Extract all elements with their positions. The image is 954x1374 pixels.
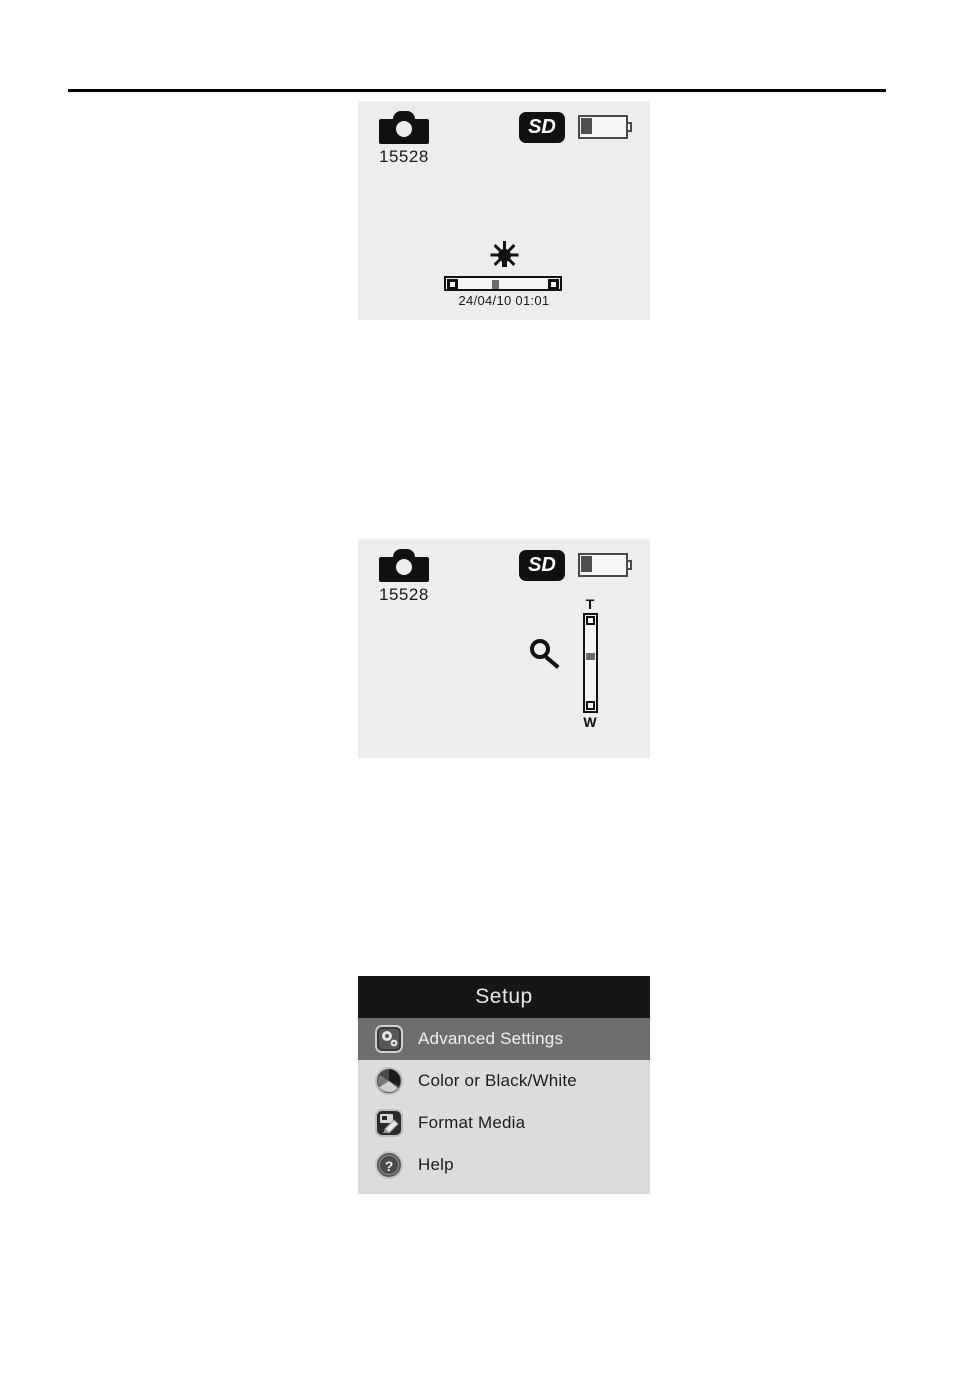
camera-icon: [379, 111, 429, 144]
shot-counter: 15528: [379, 147, 429, 166]
horizontal-rule: [68, 89, 886, 92]
camera-counter-group: 15528: [379, 549, 429, 605]
sd-card-icon: SD: [519, 550, 565, 581]
zoom-slider[interactable]: [582, 613, 598, 713]
zoom-end-bottom: [585, 701, 595, 710]
menu-item-label: Color or Black/White: [418, 1071, 577, 1090]
svg-text:?: ?: [385, 1158, 394, 1174]
menu-item-label: Advanced Settings: [418, 1029, 564, 1048]
battery-icon: [578, 115, 632, 139]
menu-item-label: Format Media: [418, 1113, 526, 1132]
camera-counter-group: 15528: [379, 111, 429, 167]
magnifier-icon: [530, 639, 564, 673]
zoom-thumb[interactable]: [585, 653, 595, 660]
camera-icon: [379, 549, 429, 582]
brightness-slider[interactable]: [444, 276, 562, 291]
shot-counter: 15528: [379, 585, 429, 604]
zoom-status-screen: 15528 SD T W: [358, 539, 650, 758]
question-mark-icon: ?: [374, 1150, 404, 1180]
format-media-icon: [374, 1108, 404, 1138]
setup-menu-list: Advanced Settings Color or Black/White F…: [358, 1018, 650, 1186]
setup-menu-screen: Setup Advanced Settings Color or Black/W…: [358, 976, 650, 1194]
battery-icon: [578, 553, 632, 577]
menu-item-color-or-black-white[interactable]: Color or Black/White: [358, 1060, 650, 1102]
zoom-control[interactable]: T W: [530, 596, 610, 732]
capture-status-screen: 15528 SD 24/04/10 01:01: [358, 101, 650, 320]
setup-title: Setup: [358, 976, 650, 1018]
aperture-icon: [374, 1066, 404, 1096]
menu-item-label: Help: [418, 1155, 454, 1174]
sd-card-icon: SD: [519, 112, 565, 143]
sun-icon: [484, 241, 524, 273]
menu-item-help[interactable]: ? Help: [358, 1144, 650, 1186]
zoom-end-top: [585, 616, 595, 625]
slider-end-right: [548, 279, 559, 290]
brightness-control[interactable]: 24/04/10 01:01: [444, 241, 564, 308]
wide-label: W: [583, 714, 597, 730]
menu-item-format-media[interactable]: Format Media: [358, 1102, 650, 1144]
slider-thumb[interactable]: [492, 280, 499, 289]
timestamp: 24/04/10 01:01: [458, 293, 550, 308]
menu-item-advanced-settings[interactable]: Advanced Settings: [358, 1018, 650, 1060]
slider-end-left: [447, 279, 458, 290]
tele-label: T: [585, 596, 595, 612]
gears-icon: [374, 1024, 404, 1054]
